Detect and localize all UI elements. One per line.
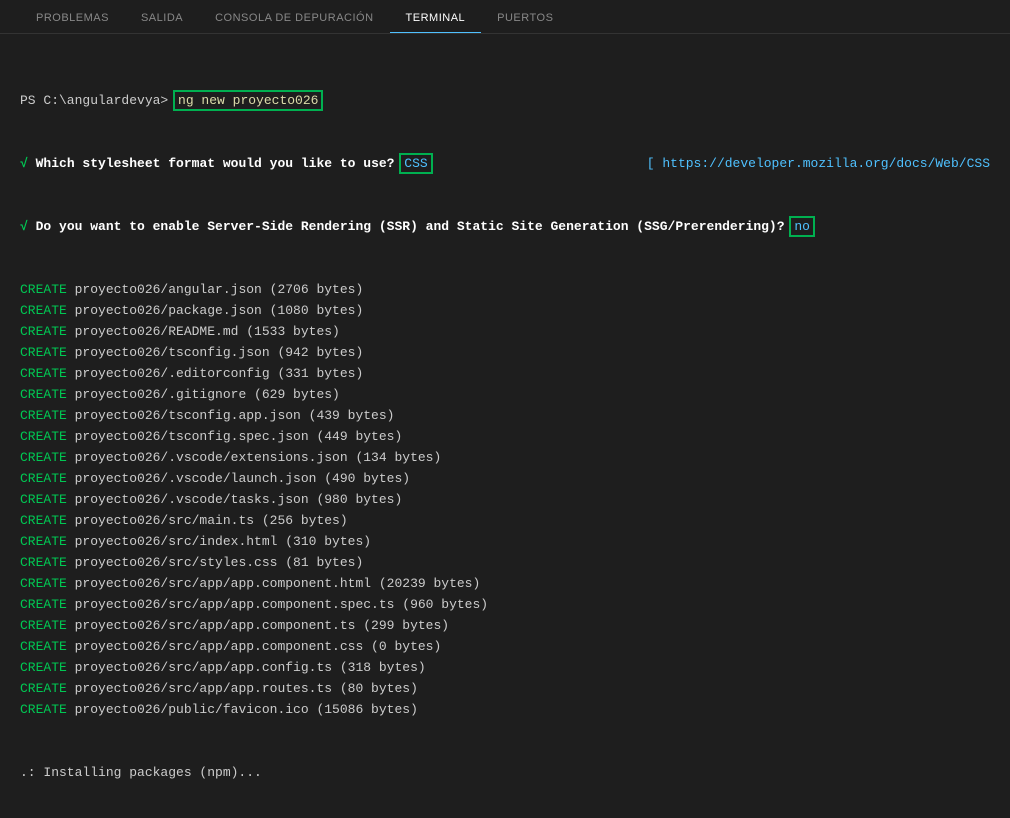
file-path: proyecto026/public/favicon.ico (15086 by… (67, 702, 418, 717)
file-path: proyecto026/.vscode/tasks.json (980 byte… (67, 492, 402, 507)
create-label: CREATE (20, 408, 67, 423)
file-path: proyecto026/tsconfig.json (942 bytes) (67, 345, 363, 360)
file-path: proyecto026/package.json (1080 bytes) (67, 303, 363, 318)
file-path: proyecto026/src/app/app.component.html (… (67, 576, 480, 591)
file-path: proyecto026/.gitignore (629 bytes) (67, 387, 340, 402)
create-label: CREATE (20, 303, 67, 318)
file-path: proyecto026/tsconfig.spec.json (449 byte… (67, 429, 402, 444)
file-path: proyecto026/.editorconfig (331 bytes) (67, 366, 363, 381)
create-label: CREATE (20, 429, 67, 444)
check-icon: √ (20, 219, 28, 234)
create-label: CREATE (20, 282, 67, 297)
file-path: proyecto026/src/app/app.routes.ts (80 by… (67, 681, 418, 696)
create-label: CREATE (20, 576, 67, 591)
create-line: CREATE proyecto026/src/app/app.component… (20, 615, 990, 636)
create-label: CREATE (20, 639, 67, 654)
question-stylesheet: √ Which stylesheet format would you like… (20, 153, 990, 174)
tab-ports[interactable]: PUERTOS (481, 8, 569, 33)
file-path: proyecto026/angular.json (2706 bytes) (67, 282, 363, 297)
create-line: CREATE proyecto026/angular.json (2706 by… (20, 279, 990, 300)
terminal-output[interactable]: PS C:\angulardevya> ng new proyecto026 √… (0, 34, 1010, 818)
create-label: CREATE (20, 618, 67, 633)
entered-command: ng new proyecto026 (176, 93, 320, 108)
panel-tabs: PROBLEMAS SALIDA CONSOLA DE DEPURACIÓN T… (0, 0, 1010, 34)
create-line: CREATE proyecto026/src/app/app.config.ts… (20, 657, 990, 678)
create-label: CREATE (20, 555, 67, 570)
create-line: CREATE proyecto026/src/app/app.component… (20, 636, 990, 657)
file-path: proyecto026/src/app/app.component.css (0… (67, 639, 441, 654)
create-line: CREATE proyecto026/.vscode/extensions.js… (20, 447, 990, 468)
create-line: CREATE proyecto026/.vscode/launch.json (… (20, 468, 990, 489)
create-line: CREATE proyecto026/.vscode/tasks.json (9… (20, 489, 990, 510)
file-path: proyecto026/tsconfig.app.json (439 bytes… (67, 408, 395, 423)
create-label: CREATE (20, 702, 67, 717)
create-line: CREATE proyecto026/tsconfig.json (942 by… (20, 342, 990, 363)
create-label: CREATE (20, 513, 67, 528)
create-line: CREATE proyecto026/README.md (1533 bytes… (20, 321, 990, 342)
create-line: CREATE proyecto026/src/app/app.routes.ts… (20, 678, 990, 699)
question-text: Do you want to enable Server-Side Render… (28, 219, 793, 234)
file-path: proyecto026/src/app/app.component.ts (29… (67, 618, 449, 633)
create-label: CREATE (20, 450, 67, 465)
check-icon: √ (20, 156, 28, 171)
prompt-line: PS C:\angulardevya> ng new proyecto026 (20, 90, 990, 111)
file-path: proyecto026/.vscode/extensions.json (134… (67, 450, 441, 465)
create-line: CREATE proyecto026/tsconfig.app.json (43… (20, 405, 990, 426)
tab-debug-console[interactable]: CONSOLA DE DEPURACIÓN (199, 8, 389, 33)
file-path: proyecto026/.vscode/launch.json (490 byt… (67, 471, 410, 486)
create-line: CREATE proyecto026/src/styles.css (81 by… (20, 552, 990, 573)
answer-no: no (792, 219, 812, 234)
create-line: CREATE proyecto026/src/index.html (310 b… (20, 531, 990, 552)
file-path: proyecto026/src/app/app.component.spec.t… (67, 597, 488, 612)
question-ssr: √ Do you want to enable Server-Side Rend… (20, 216, 990, 237)
create-line: CREATE proyecto026/package.json (1080 by… (20, 300, 990, 321)
create-label: CREATE (20, 345, 67, 360)
file-path: proyecto026/README.md (1533 bytes) (67, 324, 340, 339)
tab-terminal[interactable]: TERMINAL (390, 8, 482, 33)
create-line: CREATE proyecto026/public/favicon.ico (1… (20, 699, 990, 720)
create-label: CREATE (20, 324, 67, 339)
create-label: CREATE (20, 366, 67, 381)
create-line: CREATE proyecto026/src/app/app.component… (20, 594, 990, 615)
answer-css: CSS (402, 156, 429, 171)
create-line: CREATE proyecto026/src/main.ts (256 byte… (20, 510, 990, 531)
file-path: proyecto026/src/styles.css (81 bytes) (67, 555, 363, 570)
question-text: Which stylesheet format would you like t… (28, 156, 402, 171)
file-path: proyecto026/src/main.ts (256 bytes) (67, 513, 348, 528)
create-label: CREATE (20, 681, 67, 696)
shell-prompt: PS C:\angulardevya> (20, 93, 176, 108)
create-line: CREATE proyecto026/tsconfig.spec.json (4… (20, 426, 990, 447)
create-label: CREATE (20, 387, 67, 402)
create-label: CREATE (20, 471, 67, 486)
tab-problems[interactable]: PROBLEMAS (20, 8, 125, 33)
create-label: CREATE (20, 534, 67, 549)
file-path: proyecto026/src/index.html (310 bytes) (67, 534, 371, 549)
create-line: CREATE proyecto026/src/app/app.component… (20, 573, 990, 594)
create-line: CREATE proyecto026/.gitignore (629 bytes… (20, 384, 990, 405)
file-path: proyecto026/src/app/app.config.ts (318 b… (67, 660, 426, 675)
create-line: CREATE proyecto026/.editorconfig (331 by… (20, 363, 990, 384)
create-label: CREATE (20, 492, 67, 507)
create-label: CREATE (20, 597, 67, 612)
mozilla-link[interactable]: [ https://developer.mozilla.org/docs/Web… (647, 153, 990, 174)
installing-line: .: Installing packages (npm)... (20, 762, 990, 783)
create-label: CREATE (20, 660, 67, 675)
tab-output[interactable]: SALIDA (125, 8, 199, 33)
